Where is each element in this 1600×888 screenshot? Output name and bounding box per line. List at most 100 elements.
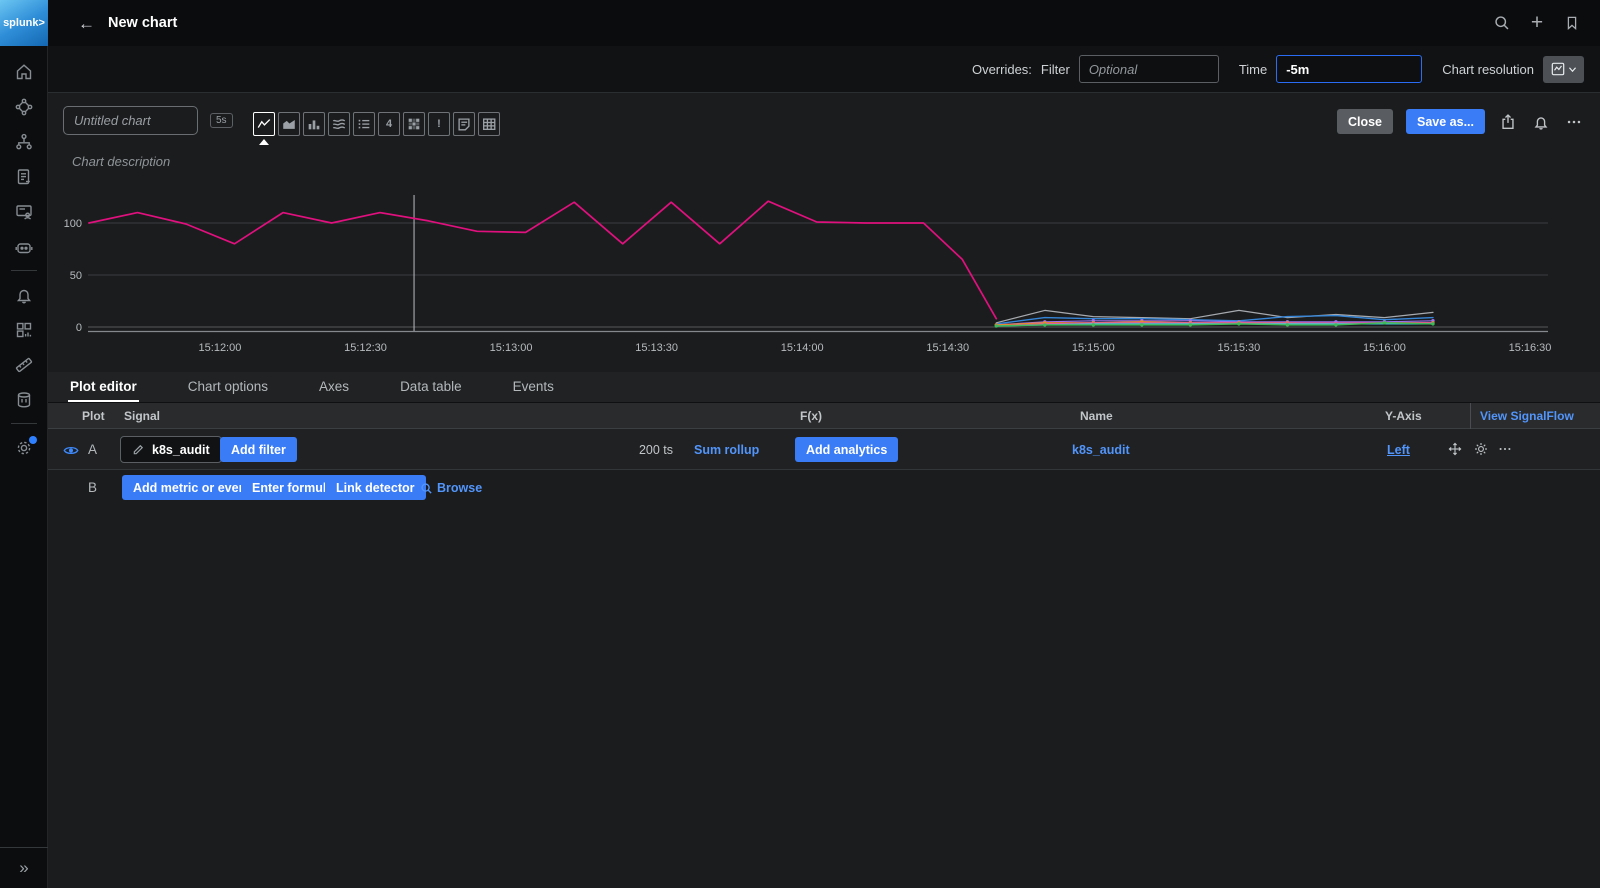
chart-type-line[interactable]	[253, 112, 275, 136]
chart-type-stream[interactable]	[328, 112, 350, 136]
selected-chart-type-caret	[259, 139, 269, 145]
svg-text:50: 50	[70, 270, 82, 282]
plot-a-label: A	[88, 442, 97, 457]
plot-table-header: Plot Signal F(x) Name Y-Axis View Signal…	[48, 403, 1600, 429]
sidebar-dashboards-icon[interactable]	[0, 194, 48, 229]
header-plot: Plot	[82, 409, 105, 423]
close-button[interactable]: Close	[1337, 109, 1393, 134]
svg-text:100: 100	[64, 218, 82, 230]
tab-axes[interactable]: Axes	[317, 372, 351, 402]
svg-text:15:16:00: 15:16:00	[1363, 342, 1406, 354]
svg-text:15:13:00: 15:13:00	[490, 342, 533, 354]
chart-editor: 5s 4 !	[48, 93, 1600, 888]
chart-resolution-dropdown[interactable]	[1543, 56, 1584, 83]
chart-plot-area[interactable]: 05010015:12:0015:12:3015:13:0015:13:3015…	[48, 193, 1600, 368]
link-detector-button[interactable]: Link detector	[325, 475, 426, 500]
chart-type-single-value[interactable]: 4	[378, 112, 400, 136]
plot-name-link[interactable]: k8s_audit	[1072, 443, 1130, 457]
time-range-input[interactable]	[1276, 55, 1422, 83]
alert-bell-icon[interactable]	[1531, 112, 1551, 132]
yaxis-left-link[interactable]: Left	[1387, 443, 1410, 457]
header-name: Name	[1080, 409, 1113, 423]
sidebar-settings-icon[interactable]	[0, 430, 48, 465]
sidebar-data-management-icon[interactable]	[0, 382, 48, 417]
rollup-link[interactable]: Sum rollup	[694, 443, 759, 457]
header-signal: Signal	[124, 409, 160, 423]
chart-type-list[interactable]	[353, 112, 375, 136]
browse-label: Browse	[437, 481, 482, 495]
back-button[interactable]: ←	[78, 15, 95, 32]
svg-text:15:16:30: 15:16:30	[1509, 342, 1552, 354]
share-icon[interactable]	[1498, 112, 1518, 132]
editor-actions: Close Save as...	[1337, 109, 1584, 134]
svg-text:0: 0	[76, 322, 82, 334]
sidebar-alerts-icon[interactable]	[0, 277, 48, 312]
single-value-glyph: 4	[386, 118, 392, 130]
sidebar-divider	[11, 270, 37, 271]
settings-notification-dot	[29, 436, 37, 444]
svg-text:15:12:30: 15:12:30	[344, 342, 387, 354]
topbar-actions: +	[1492, 13, 1600, 33]
header-yaxis: Y-Axis	[1385, 409, 1422, 423]
bookmark-icon[interactable]	[1562, 13, 1582, 33]
create-plus-icon[interactable]: +	[1527, 13, 1547, 33]
plot-color-icon[interactable]	[1472, 440, 1490, 458]
plot-visibility-eye-icon[interactable]	[62, 441, 80, 459]
sidebar-log-observer-icon[interactable]	[0, 159, 48, 194]
resolution-chart-icon	[1551, 62, 1565, 76]
chart-type-table[interactable]	[478, 112, 500, 136]
sidebar-apm-icon[interactable]	[0, 89, 48, 124]
sidebar-dashboard-groups-icon[interactable]	[0, 312, 48, 347]
search-icon[interactable]	[1492, 13, 1512, 33]
view-signalflow-cell: View SignalFlow	[1470, 403, 1600, 429]
timeseries-chart: 05010015:12:0015:12:3015:13:0015:13:3015…	[48, 193, 1600, 368]
back-arrow-icon: ←	[78, 14, 95, 33]
chart-type-heatmap[interactable]	[403, 112, 425, 136]
chart-type-area[interactable]	[278, 112, 300, 136]
browse-search-icon	[420, 482, 433, 495]
browse-link[interactable]: Browse	[420, 481, 482, 495]
tab-chart-options[interactable]: Chart options	[186, 372, 270, 402]
tab-plot-editor[interactable]: Plot editor	[68, 372, 139, 402]
splunk-logo-text: splunk>	[3, 17, 45, 29]
top-navigation-bar: splunk> ← New chart +	[0, 0, 1600, 46]
plot-more-options-icon[interactable]	[1496, 440, 1514, 458]
page-title: New chart	[108, 15, 177, 31]
sidebar-metrics-icon[interactable]	[0, 347, 48, 382]
signal-chip-k8s-audit[interactable]: k8s_audit	[120, 436, 222, 463]
add-analytics-button[interactable]: Add analytics	[795, 437, 898, 462]
move-plot-icon[interactable]	[1446, 440, 1464, 458]
time-label: Time	[1239, 62, 1267, 77]
tab-events[interactable]: Events	[511, 372, 556, 402]
chart-type-event-feed[interactable]: !	[428, 112, 450, 136]
sidebar-infrastructure-icon[interactable]	[0, 124, 48, 159]
left-navigation-sidebar: »	[0, 46, 48, 888]
pencil-icon	[132, 443, 145, 456]
chart-type-text[interactable]	[453, 112, 475, 136]
chart-title-input[interactable]	[63, 106, 198, 135]
overrides-label: Overrides:	[972, 62, 1032, 77]
chart-description-placeholder[interactable]: Chart description	[72, 154, 170, 169]
save-as-button[interactable]: Save as...	[1406, 109, 1485, 134]
signal-chip-label: k8s_audit	[152, 443, 210, 457]
plus-glyph: +	[1531, 11, 1543, 35]
chart-type-selector: 4 !	[253, 112, 500, 136]
collapse-glyph: »	[19, 858, 28, 878]
app-window: splunk> ← New chart + Overrides: Filter …	[0, 0, 1600, 888]
event-feed-glyph: !	[437, 118, 441, 130]
overrides-bar: Overrides: Filter Time Chart resolution	[48, 46, 1600, 93]
view-signalflow-link[interactable]: View SignalFlow	[1480, 409, 1574, 423]
sidebar-expand-icon[interactable]: »	[0, 848, 48, 888]
chevron-down-icon	[1568, 66, 1577, 73]
add-filter-button[interactable]: Add filter	[220, 437, 297, 462]
more-options-icon[interactable]	[1564, 112, 1584, 132]
tab-data-table[interactable]: Data table	[398, 372, 464, 402]
splunk-logo[interactable]: splunk>	[0, 0, 48, 46]
sidebar-home-icon[interactable]	[0, 54, 48, 89]
editor-tabs: Plot editor Chart options Axes Data tabl…	[48, 372, 1600, 403]
filter-input[interactable]	[1079, 55, 1219, 83]
chart-type-column[interactable]	[303, 112, 325, 136]
svg-text:15:15:30: 15:15:30	[1217, 342, 1260, 354]
sidebar-ai-assistant-icon[interactable]	[0, 229, 48, 264]
refresh-rate-badge: 5s	[210, 113, 233, 128]
